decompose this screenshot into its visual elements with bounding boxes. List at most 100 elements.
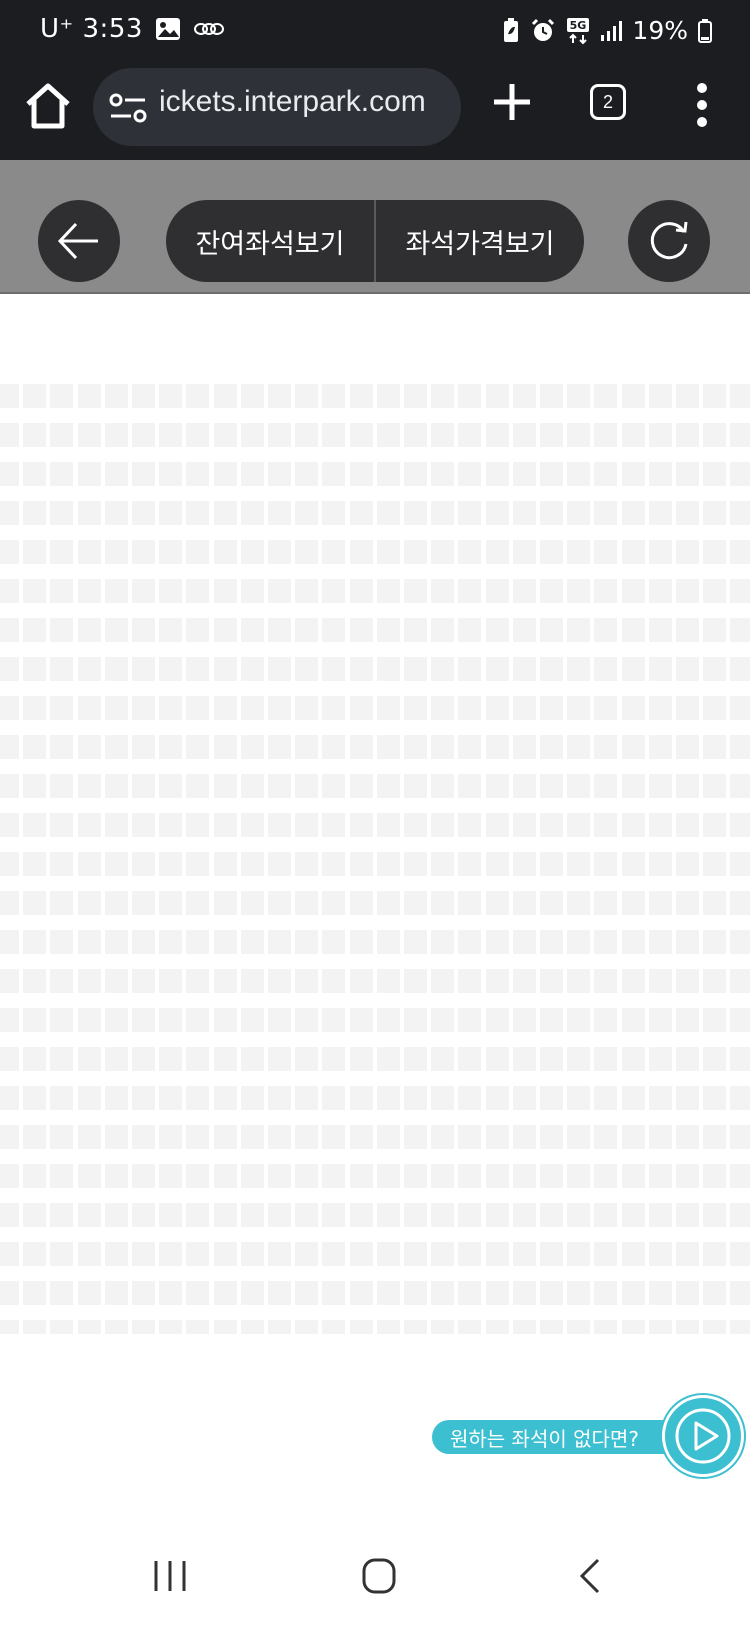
seat[interactable]	[621, 579, 645, 603]
seat[interactable]	[730, 1164, 750, 1188]
seat[interactable]	[431, 1203, 455, 1227]
seat[interactable]	[295, 852, 319, 876]
seat[interactable]	[186, 384, 210, 408]
seat[interactable]	[349, 501, 373, 525]
seat[interactable]	[0, 1320, 19, 1334]
seat[interactable]	[485, 384, 509, 408]
seat[interactable]	[485, 501, 509, 525]
seat[interactable]	[77, 1086, 101, 1110]
seat[interactable]	[431, 501, 455, 525]
seat[interactable]	[104, 1320, 128, 1334]
seat[interactable]	[540, 891, 563, 915]
seat[interactable]	[730, 1281, 750, 1305]
seat[interactable]	[703, 1047, 727, 1071]
seat[interactable]	[567, 1008, 591, 1032]
seat[interactable]	[458, 1320, 482, 1334]
seat[interactable]	[132, 1164, 155, 1188]
seat[interactable]	[349, 969, 373, 993]
seat[interactable]	[676, 657, 699, 681]
seat[interactable]	[485, 891, 509, 915]
seat[interactable]	[186, 579, 210, 603]
seat[interactable]	[240, 1281, 264, 1305]
seat[interactable]	[594, 1242, 618, 1266]
seat[interactable]	[50, 540, 74, 564]
seat[interactable]	[240, 462, 264, 486]
seat[interactable]	[132, 852, 155, 876]
seat[interactable]	[648, 1125, 672, 1149]
seat[interactable]	[0, 540, 19, 564]
seat[interactable]	[268, 930, 291, 954]
seat[interactable]	[213, 1086, 237, 1110]
seat[interactable]	[77, 384, 101, 408]
seat[interactable]	[132, 423, 155, 447]
seat[interactable]	[104, 1047, 128, 1071]
seat[interactable]	[295, 579, 319, 603]
seat[interactable]	[676, 423, 699, 447]
seat[interactable]	[404, 579, 427, 603]
seat[interactable]	[322, 540, 346, 564]
seat[interactable]	[458, 579, 482, 603]
seat[interactable]	[240, 930, 264, 954]
seat[interactable]	[621, 696, 645, 720]
seat[interactable]	[431, 696, 455, 720]
seat[interactable]	[349, 1047, 373, 1071]
seat[interactable]	[676, 618, 699, 642]
seat[interactable]	[703, 1281, 727, 1305]
seat[interactable]	[50, 735, 74, 759]
seat[interactable]	[50, 1242, 74, 1266]
seat[interactable]	[567, 969, 591, 993]
seat[interactable]	[322, 891, 346, 915]
seat[interactable]	[485, 579, 509, 603]
seat[interactable]	[676, 1242, 699, 1266]
seat[interactable]	[512, 1164, 536, 1188]
seat[interactable]	[23, 696, 47, 720]
seat[interactable]	[186, 501, 210, 525]
seat[interactable]	[23, 1203, 47, 1227]
seat[interactable]	[594, 1008, 618, 1032]
seat[interactable]	[540, 774, 563, 798]
seat[interactable]	[376, 1203, 400, 1227]
seat[interactable]	[458, 423, 482, 447]
seat[interactable]	[730, 423, 750, 447]
seat[interactable]	[268, 1320, 291, 1334]
seat[interactable]	[50, 1203, 74, 1227]
seat[interactable]	[621, 540, 645, 564]
seat[interactable]	[159, 657, 183, 681]
seat[interactable]	[512, 852, 536, 876]
seat[interactable]	[730, 579, 750, 603]
seat[interactable]	[240, 969, 264, 993]
seat[interactable]	[186, 891, 210, 915]
seat[interactable]	[540, 1086, 563, 1110]
seat[interactable]	[703, 1320, 727, 1334]
seat[interactable]	[676, 891, 699, 915]
seat[interactable]	[594, 969, 618, 993]
seat[interactable]	[376, 618, 400, 642]
seat[interactable]	[458, 969, 482, 993]
back-chevron-icon[interactable]	[566, 1555, 616, 1597]
seat[interactable]	[240, 618, 264, 642]
seat[interactable]	[404, 1125, 427, 1149]
seat[interactable]	[240, 1164, 264, 1188]
seat[interactable]	[159, 618, 183, 642]
seat[interactable]	[676, 1164, 699, 1188]
seat[interactable]	[213, 852, 237, 876]
seat[interactable]	[540, 1164, 563, 1188]
seat[interactable]	[0, 1047, 19, 1071]
seat[interactable]	[431, 774, 455, 798]
seat[interactable]	[703, 852, 727, 876]
seat[interactable]	[104, 657, 128, 681]
seat[interactable]	[295, 696, 319, 720]
seat[interactable]	[594, 462, 618, 486]
seat[interactable]	[404, 657, 427, 681]
seat[interactable]	[730, 462, 750, 486]
seat[interactable]	[376, 423, 400, 447]
seat[interactable]	[132, 618, 155, 642]
seat[interactable]	[23, 813, 47, 837]
seat[interactable]	[104, 1281, 128, 1305]
seat[interactable]	[648, 891, 672, 915]
seat[interactable]	[213, 1242, 237, 1266]
seat[interactable]	[703, 501, 727, 525]
seat[interactable]	[648, 930, 672, 954]
seat[interactable]	[730, 930, 750, 954]
seat[interactable]	[159, 1164, 183, 1188]
